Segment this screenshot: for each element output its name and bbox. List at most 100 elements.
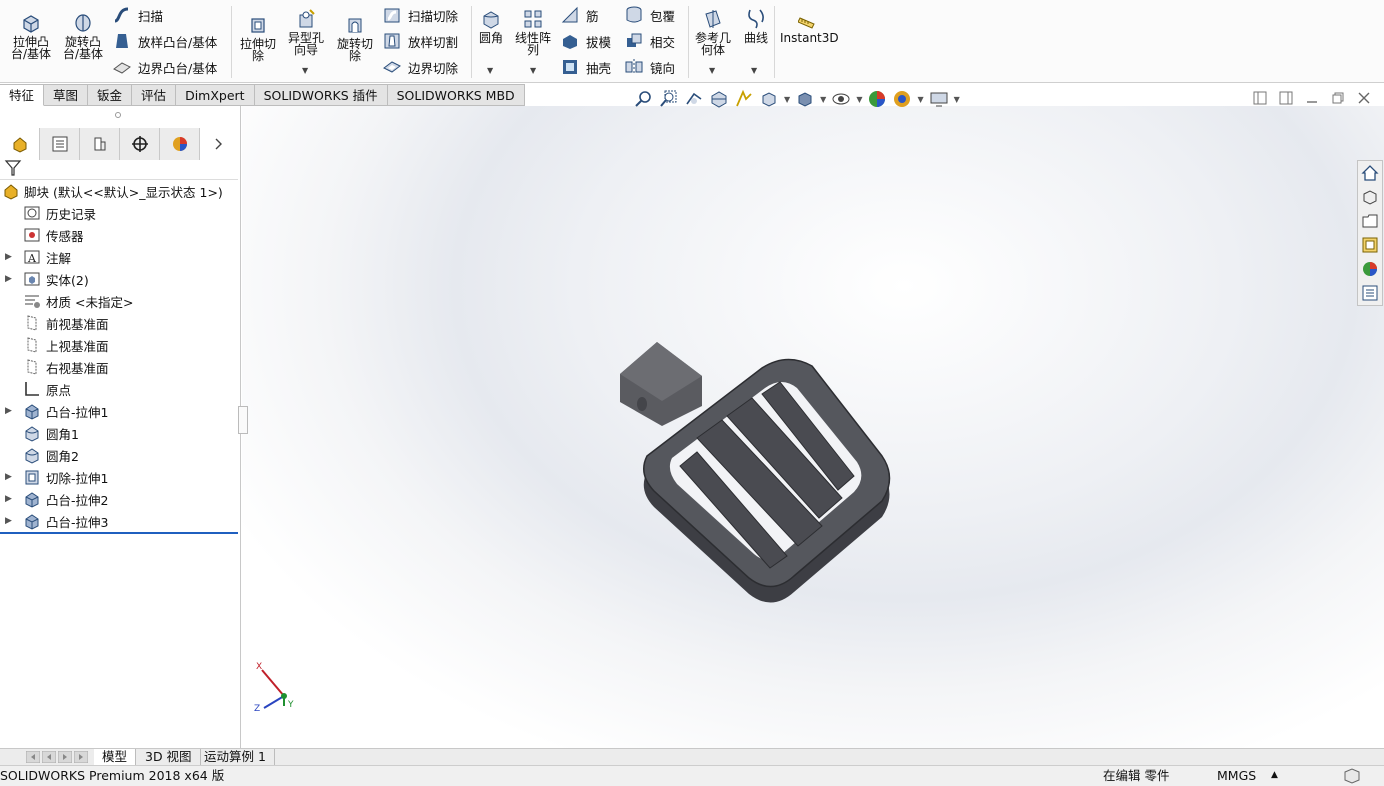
tree-item[interactable]: 前视基准面: [0, 312, 240, 334]
tree-item[interactable]: ▶ 实体(2): [0, 268, 240, 290]
section-view-icon[interactable]: [709, 89, 729, 109]
extrude-cut-button[interactable]: 拉伸切 除: [236, 14, 280, 62]
task-pane-view-palette[interactable]: [1358, 233, 1382, 257]
boss-extrude-icon: [25, 514, 39, 530]
tab-mbd[interactable]: SOLIDWORKS MBD: [387, 84, 525, 106]
expand-arrow-icon[interactable]: ▶: [5, 406, 13, 416]
reference-geometry-dropdown-icon[interactable]: ▼: [709, 66, 715, 75]
unit-system-chevron-up-icon[interactable]: ▲: [1271, 766, 1278, 785]
tree-item[interactable]: 传感器: [0, 224, 240, 246]
previous-view-icon[interactable]: [684, 89, 704, 109]
task-pane-home[interactable]: [1358, 161, 1382, 185]
minimize-icon[interactable]: [1304, 90, 1320, 106]
boundary-boss-button[interactable]: 边界凸台/基体: [112, 56, 217, 78]
reference-geometry-button[interactable]: 参考几 何体: [692, 8, 734, 56]
tree-item[interactable]: 原点: [0, 378, 240, 400]
tree-item[interactable]: ▶ 凸台-拉伸1: [0, 400, 240, 422]
unit-system[interactable]: MMGS: [1217, 766, 1256, 785]
tab-features[interactable]: 特征: [0, 84, 45, 106]
expand-arrow-icon[interactable]: ▶: [5, 252, 13, 262]
zoom-to-fit-icon[interactable]: [634, 89, 654, 109]
tree-root-part[interactable]: 脚块 (默认<<默认>_显示状态 1>): [0, 180, 240, 202]
shell-button[interactable]: 抽壳: [560, 56, 611, 78]
revolve-boss-button[interactable]: 旋转凸 台/基体: [60, 12, 106, 60]
sweep-button[interactable]: 扫描: [112, 4, 163, 26]
last-tab-icon[interactable]: [74, 751, 88, 763]
mirror-button[interactable]: 镜向: [624, 56, 675, 78]
wrap-button[interactable]: 包覆: [624, 4, 675, 26]
instant3d-button[interactable]: Instant3D: [780, 14, 839, 44]
view-settings-icon[interactable]: [929, 89, 949, 109]
draft-button[interactable]: 拔模: [560, 30, 611, 52]
display-style-dropdown-icon[interactable]: ▼: [820, 95, 826, 104]
linear-pattern-button[interactable]: 线性阵 列: [512, 8, 554, 56]
view-orientation-dropdown-icon[interactable]: ▼: [784, 95, 790, 104]
next-tab-icon[interactable]: [58, 751, 72, 763]
tree-item[interactable]: 圆角2: [0, 444, 240, 466]
apply-scene-icon[interactable]: [892, 89, 912, 109]
tab-motion-study[interactable]: 运动算例 1: [196, 749, 275, 766]
rebuild-status-icon[interactable]: [1343, 768, 1361, 784]
revolve-cut-button[interactable]: 旋转切 除: [333, 14, 377, 62]
tile-right-icon[interactable]: [1278, 90, 1294, 106]
extrude-boss-button[interactable]: 拉伸凸 台/基体: [8, 12, 54, 60]
view-settings-dropdown-icon[interactable]: ▼: [954, 95, 960, 104]
tree-filter[interactable]: [0, 156, 238, 180]
fillet-button[interactable]: 圆角: [474, 8, 508, 44]
tree-item[interactable]: 右视基准面: [0, 356, 240, 378]
boundary-cut-button[interactable]: 边界切除: [382, 56, 458, 78]
view-orientation-icon[interactable]: [759, 89, 779, 109]
graphics-area[interactable]: X Z Y: [242, 106, 1384, 748]
edit-appearance-icon[interactable]: [867, 89, 887, 109]
restore-icon[interactable]: [1330, 90, 1346, 106]
panel-splitter-handle[interactable]: [115, 112, 121, 118]
panel-collapse-handle[interactable]: [238, 406, 248, 434]
close-icon[interactable]: [1356, 90, 1372, 106]
tile-left-icon[interactable]: [1252, 90, 1268, 106]
expand-arrow-icon[interactable]: ▶: [5, 472, 13, 482]
previous-tab-icon[interactable]: [42, 751, 56, 763]
fillet-dropdown-icon[interactable]: ▼: [487, 66, 493, 75]
tab-3d-views[interactable]: 3D 视图: [137, 749, 201, 766]
dynamic-annotation-icon[interactable]: [734, 89, 754, 109]
display-style-icon[interactable]: [795, 89, 815, 109]
part-pin-block[interactable]: [620, 342, 702, 426]
tree-item[interactable]: 历史记录: [0, 202, 240, 224]
hide-show-items-icon[interactable]: [831, 89, 851, 109]
expand-arrow-icon[interactable]: ▶: [5, 516, 13, 526]
lofted-cut-button[interactable]: 放样切割: [382, 30, 458, 52]
tab-addins[interactable]: SOLIDWORKS 插件: [254, 84, 388, 106]
task-pane-appearances[interactable]: [1358, 257, 1382, 281]
rollback-bar[interactable]: [0, 532, 238, 534]
task-pane-file-explorer[interactable]: [1358, 209, 1382, 233]
loft-boss-button[interactable]: 放样凸台/基体: [112, 30, 217, 52]
expand-arrow-icon[interactable]: ▶: [5, 274, 13, 284]
first-tab-icon[interactable]: [26, 751, 40, 763]
tree-item[interactable]: ▶ 凸台-拉伸3: [0, 510, 240, 532]
tab-dimxpert[interactable]: DimXpert: [176, 84, 255, 106]
tree-item[interactable]: 材质 <未指定>: [0, 290, 240, 312]
hole-wizard-dropdown-icon[interactable]: ▼: [302, 66, 308, 75]
apply-scene-dropdown-icon[interactable]: ▼: [917, 95, 923, 104]
swept-cut-button[interactable]: 扫描切除: [382, 4, 458, 26]
zoom-area-icon[interactable]: [659, 89, 679, 109]
hide-show-dropdown-icon[interactable]: ▼: [856, 95, 862, 104]
tab-sheet-metal[interactable]: 钣金: [88, 84, 133, 106]
tab-sketch[interactable]: 草图: [44, 84, 89, 106]
task-pane-design-library[interactable]: [1358, 185, 1382, 209]
tree-item[interactable]: ▶ 切除-拉伸1: [0, 466, 240, 488]
tab-evaluate[interactable]: 评估: [132, 84, 177, 106]
task-pane-custom-properties[interactable]: [1358, 281, 1382, 305]
tree-item[interactable]: ▶ 凸台-拉伸2: [0, 488, 240, 510]
rib-button[interactable]: 筋: [560, 4, 599, 26]
curves-dropdown-icon[interactable]: ▼: [751, 66, 757, 75]
linear-pattern-dropdown-icon[interactable]: ▼: [530, 66, 536, 75]
expand-arrow-icon[interactable]: ▶: [5, 494, 13, 504]
tree-item[interactable]: 圆角1: [0, 422, 240, 444]
curves-button[interactable]: 曲线: [740, 8, 772, 44]
hole-wizard-button[interactable]: 异型孔 向导: [284, 8, 328, 56]
tree-item[interactable]: 上视基准面: [0, 334, 240, 356]
tab-model[interactable]: 模型: [94, 749, 137, 766]
tree-item[interactable]: ▶ A 注解: [0, 246, 240, 268]
intersect-button[interactable]: 相交: [624, 30, 675, 52]
